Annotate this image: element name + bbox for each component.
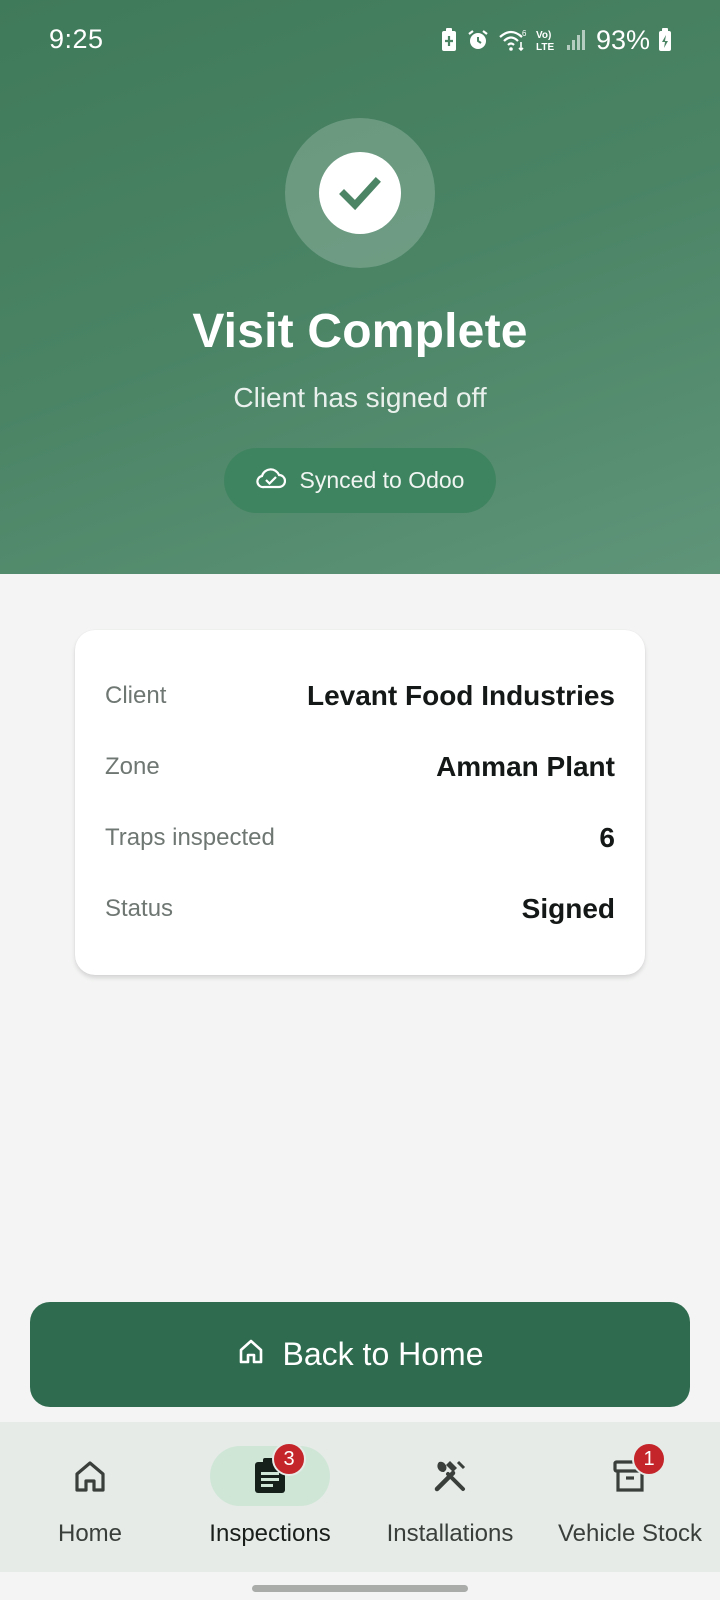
page-subtitle: Client has signed off [233,382,487,413]
summary-row-zone: Zone Amman Plant [105,731,615,802]
svg-text:6: 6 [522,29,527,38]
svg-text:LTE: LTE [536,42,554,52]
summary-value: Levant Food Industries [306,679,615,711]
status-bar: 9:25 6 Vo) LTE 93% [0,0,720,82]
svg-text:Vo): Vo) [536,30,551,41]
summary-label: Zone [105,752,160,780]
page-title: Visit Complete [192,305,528,358]
checkmark-icon [339,177,381,211]
nav-label: Vehicle Stock [557,1520,703,1547]
nav-icon-container [30,1446,150,1506]
nav-icon-container: 1 [570,1442,690,1506]
notification-badge: 1 [632,1442,666,1476]
check-circle-icon [285,118,435,268]
nav-icon-container: 3 [210,1442,330,1506]
back-to-home-label: Back to Home [282,1336,484,1372]
home-indicator[interactable] [252,1585,468,1592]
check-badge [319,152,401,234]
alarm-icon [466,28,490,52]
visit-summary-card: Client Levant Food Industries Zone Amman… [75,630,645,975]
back-to-home-button[interactable]: Back to Home [30,1302,690,1407]
nav-label: Home [57,1520,123,1547]
home-icon [237,1336,265,1373]
sync-status-label: Synced to Odoo [299,467,465,493]
summary-label: Status [105,894,174,922]
summary-value: Signed [521,892,615,924]
wifi-icon: 6 [498,28,528,52]
status-icons: 6 Vo) LTE 93% [440,22,672,58]
nav-label: Inspections [209,1520,331,1547]
summary-value: 6 [599,821,615,853]
sync-status-badge: Synced to Odoo [224,448,496,513]
nav-icon-container [390,1446,510,1506]
nav-item-vehicle-stock[interactable]: 1 Vehicle Stock [540,1422,720,1572]
nav-item-inspections[interactable]: 3 Inspections [180,1422,360,1572]
tools-icon [434,1460,466,1492]
summary-row-status: Status Signed [105,873,615,944]
nav-item-installations[interactable]: Installations [360,1422,540,1572]
signal-icon [566,28,586,52]
visit-complete-header: 9:25 6 Vo) LTE 93% Visit Complete Client… [0,0,720,574]
notification-badge: 3 [272,1442,306,1476]
nav-label: Installations [386,1520,514,1547]
volte-icon: Vo) LTE [536,28,558,52]
battery-percentage: 93% [595,24,650,55]
summary-row-traps-inspected: Traps inspected 6 [105,802,615,873]
summary-value: Amman Plant [436,750,615,782]
nav-item-home[interactable]: Home [0,1422,180,1572]
summary-row-client: Client Levant Food Industries [105,660,615,731]
status-time: 9:25 [49,24,104,54]
summary-label: Traps inspected [105,823,275,851]
summary-label: Client [105,681,167,709]
home-icon [75,1461,105,1492]
bottom-navigation: Home 3 Inspections Installations 1 Vehic… [0,1422,720,1572]
battery-charging-icon [658,28,672,52]
battery-saver-icon [440,28,458,52]
cloud-check-icon [255,467,286,495]
